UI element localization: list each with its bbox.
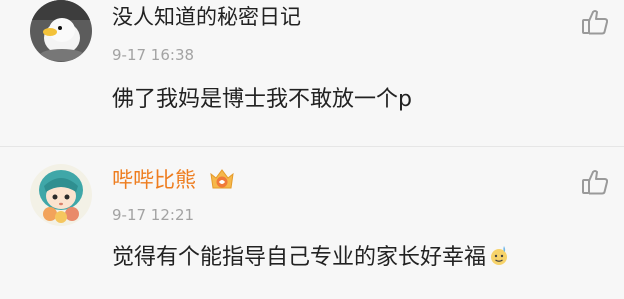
duck-avatar-icon[interactable] (30, 0, 92, 62)
timestamp: 9-17 12:21 (112, 206, 195, 224)
timestamp: 9-17 16:38 (112, 46, 195, 64)
username[interactable]: 没人知道的秘密日记 (112, 4, 301, 30)
username[interactable]: 哔哔比熊 (112, 167, 196, 193)
comment-item: 哔哔比熊 9-17 12:21 觉得有个能指导自己专业的家长好幸福 (0, 146, 624, 299)
comment-item: 没人知道的秘密日记 9-17 16:38 佛了我妈是博士我不敢放一个p (0, 0, 624, 146)
comment-text-body: 觉得有个能指导自己专业的家长好幸福 (112, 245, 487, 270)
thumbs-up-icon[interactable] (581, 168, 609, 196)
crown-vip-icon (208, 166, 236, 192)
comment-text: 觉得有个能指导自己专业的家长好幸福 (112, 242, 509, 272)
thumbs-up-icon[interactable] (581, 8, 609, 36)
comment-text: 佛了我妈是博士我不敢放一个p (112, 87, 412, 112)
girl-avatar-icon[interactable] (30, 164, 92, 226)
sweat-smile-emoji-icon (489, 242, 509, 266)
